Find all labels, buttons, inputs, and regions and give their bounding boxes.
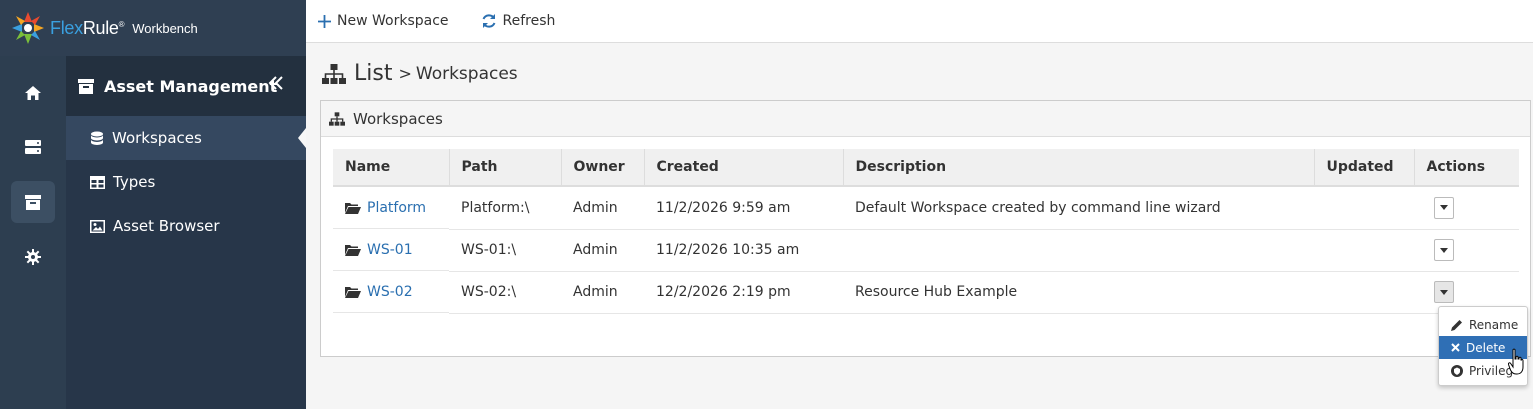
cell-created: 11/2/2026 9:59 am <box>644 186 843 230</box>
main-content: List > Workspaces Workspaces Name Path O… <box>306 43 1533 409</box>
cell-description <box>843 229 1314 272</box>
new-workspace-button[interactable]: New Workspace <box>318 13 449 29</box>
brand-workbench: Workbench <box>132 20 198 36</box>
archive-icon <box>78 78 94 94</box>
table-header-row: Name Path Owner Created Description Upda… <box>333 149 1519 187</box>
column-header-actions: Actions <box>1414 149 1519 187</box>
rail-archive-button[interactable] <box>11 181 55 223</box>
icon-rail <box>0 56 66 409</box>
cell-path: WS-02:\ <box>449 271 561 314</box>
workspace-link[interactable]: Platform <box>367 200 426 216</box>
column-header-name[interactable]: Name <box>333 149 450 187</box>
table-icon <box>90 175 105 189</box>
shield-circle-icon <box>1451 364 1463 377</box>
asset-management-menu: Asset Management Workspaces Types Asset … <box>66 56 306 409</box>
rail-server-button[interactable] <box>11 126 55 168</box>
pencil-icon <box>1451 319 1462 331</box>
menu-item-label: Workspaces <box>112 129 202 147</box>
menu-item-workspaces[interactable]: Workspaces <box>66 116 306 160</box>
cell-description: Resource Hub Example <box>843 271 1314 314</box>
menu-item-label: Asset Browser <box>113 217 220 235</box>
cell-actions <box>1414 186 1519 230</box>
home-icon <box>25 86 41 100</box>
image-icon <box>90 219 105 233</box>
actions-dropdown-button[interactable] <box>1434 239 1454 261</box>
caret-down-icon <box>1440 205 1448 211</box>
table-row: Platform Platform:\ Admin 11/2/2026 9:59… <box>333 186 1519 230</box>
server-icon <box>25 140 41 154</box>
cell-owner: Admin <box>561 186 644 230</box>
cell-description: Default Workspace created by command lin… <box>843 186 1314 230</box>
rail-home-button[interactable] <box>11 72 55 114</box>
column-header-created[interactable]: Created <box>644 149 844 187</box>
hand-cursor-icon <box>1508 348 1524 375</box>
actions-dropdown-button[interactable] <box>1434 196 1454 219</box>
cell-name: WS-01 <box>333 229 449 271</box>
cell-name: WS-02 <box>333 271 449 313</box>
flexrule-logo-icon <box>12 12 44 44</box>
brand-name: FlexRule® <box>50 17 125 38</box>
toolbar: New Workspace Refresh <box>306 0 1533 43</box>
workspaces-panel: Workspaces Name Path Owner Created Descr… <box>320 100 1531 357</box>
folder-open-icon <box>345 286 361 298</box>
menu-item-label: Types <box>113 173 156 191</box>
column-header-path[interactable]: Path <box>449 149 562 187</box>
gear-icon <box>25 249 41 265</box>
menu-header: Asset Management <box>66 56 306 116</box>
folder-open-icon <box>345 202 361 214</box>
rail-settings-button[interactable] <box>11 236 55 278</box>
panel-title: Workspaces <box>353 109 443 128</box>
archive-icon <box>25 194 41 210</box>
breadcrumb-separator: > <box>398 64 412 83</box>
sitemap-icon <box>322 63 346 84</box>
database-icon <box>91 131 103 145</box>
panel-header: Workspaces <box>321 101 1530 137</box>
cell-owner: Admin <box>561 229 644 272</box>
cell-path: Platform:\ <box>449 186 561 230</box>
actions-dropdown-button[interactable] <box>1434 281 1454 303</box>
column-header-owner[interactable]: Owner <box>561 149 645 187</box>
cell-actions <box>1414 229 1519 272</box>
workspaces-table: Name Path Owner Created Description Upda… <box>333 149 1519 314</box>
sitemap-icon <box>329 111 345 126</box>
menu-item-types[interactable]: Types <box>66 160 306 204</box>
table-row: WS-02 WS-02:\ Admin 12/2/2026 2:19 pm Re… <box>333 271 1519 314</box>
page-title-list: List <box>354 61 393 86</box>
page-title: List > Workspaces <box>322 61 518 86</box>
folder-open-icon <box>345 244 361 256</box>
page-subtitle: Workspaces <box>415 63 518 84</box>
column-header-updated[interactable]: Updated <box>1314 149 1415 187</box>
cell-created: 12/2/2026 2:19 pm <box>644 271 843 314</box>
cell-updated <box>1314 186 1414 230</box>
cell-updated <box>1314 229 1414 272</box>
table-row: WS-01 WS-01:\ Admin 11/2/2026 10:35 am <box>333 229 1519 272</box>
cell-path: WS-01:\ <box>449 229 561 272</box>
cell-name: Platform <box>333 187 449 229</box>
menu-title: Asset Management <box>104 76 278 96</box>
rename-option[interactable]: Rename <box>1439 313 1527 336</box>
menu-item-asset-browser[interactable]: Asset Browser <box>66 204 306 248</box>
plus-icon <box>318 14 331 28</box>
workspace-link[interactable]: WS-02 <box>367 284 413 300</box>
double-chevron-left-icon[interactable] <box>268 76 284 90</box>
brand: FlexRule® Workbench <box>0 0 306 56</box>
refresh-icon <box>482 14 495 28</box>
column-header-description[interactable]: Description <box>843 149 1315 187</box>
cell-updated <box>1314 271 1414 314</box>
caret-down-icon <box>1440 247 1448 253</box>
refresh-button[interactable]: Refresh <box>481 13 555 29</box>
close-icon <box>1451 343 1460 352</box>
cell-owner: Admin <box>561 271 644 314</box>
workspace-link[interactable]: WS-01 <box>367 242 413 258</box>
caret-down-icon <box>1440 289 1448 295</box>
cell-created: 11/2/2026 10:35 am <box>644 229 843 272</box>
